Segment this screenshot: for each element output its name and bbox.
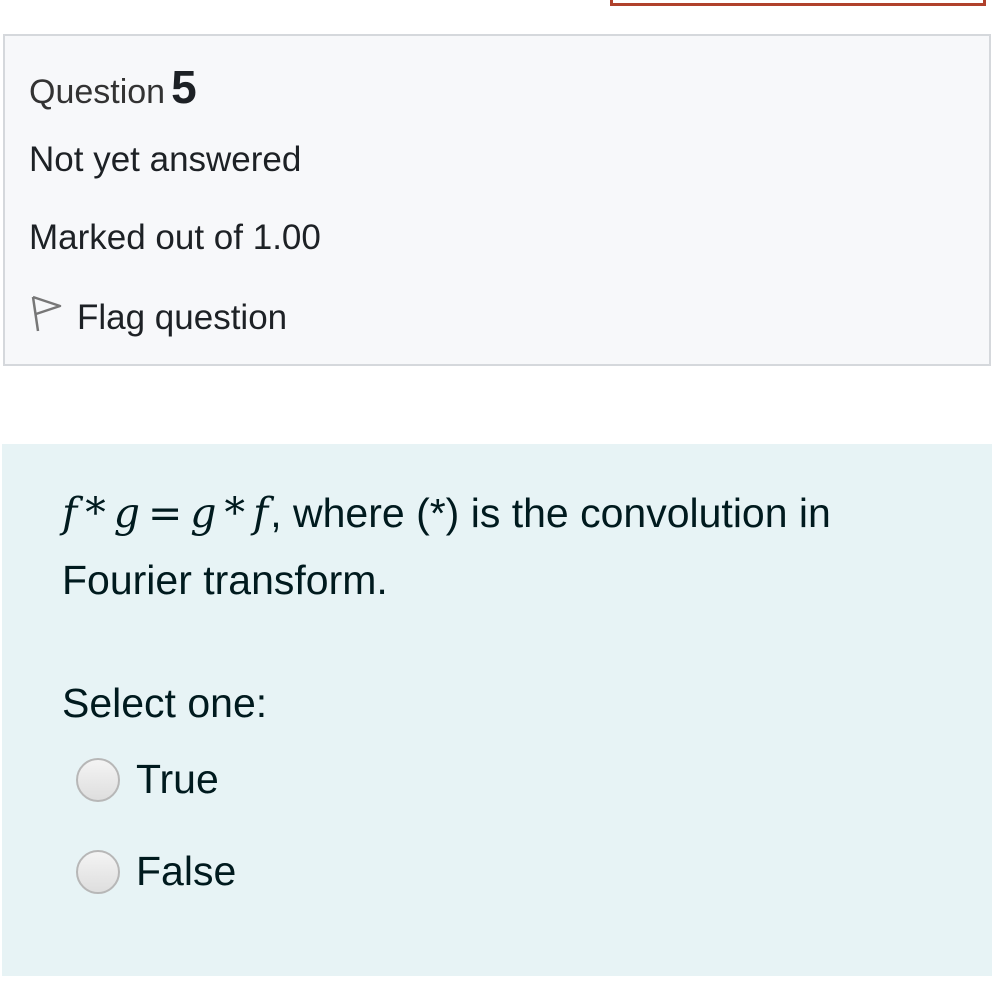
option-true[interactable]: True [76,756,219,803]
select-one-prompt: Select one: [62,680,268,726]
question-info-panel: Question 5 Not yet answered Marked out of… [3,34,991,366]
previous-question-border [610,0,986,6]
question-text: f * g = g * f, where (*) is the convolution in… [62,480,942,614]
flag-question-button[interactable]: Flag question [29,294,287,341]
convolution-formula: f * g = g * f [62,489,271,537]
question-label: Question [29,73,166,111]
option-true-label: True [136,756,219,802]
question-grade: Marked out of 1.00 [29,218,321,257]
flag-question-label: Flag question [77,297,288,337]
radio-false[interactable] [76,849,120,894]
question-state: Not yet answered [29,140,302,179]
flag-icon [29,294,77,341]
question-number: Question 5 [29,60,197,114]
option-false[interactable]: False [76,848,236,895]
option-false-label: False [136,848,237,894]
radio-true[interactable] [76,757,120,802]
question-content-panel: f * g = g * f, where (*) is the convolution in… [2,444,992,976]
question-number-value: 5 [171,61,197,113]
